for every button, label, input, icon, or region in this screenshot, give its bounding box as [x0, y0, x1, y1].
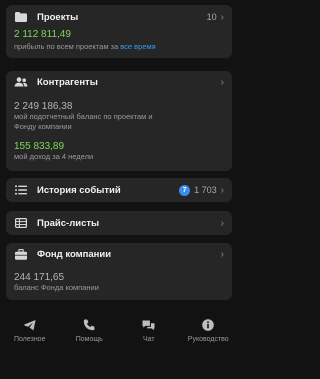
fund-value: 244 171,65 — [14, 272, 65, 283]
period-link[interactable]: все время — [120, 42, 155, 51]
projects-profit-caption: прибыль по всем проектам за все время — [14, 42, 156, 51]
list-icon — [14, 183, 28, 197]
fund-caption: баланс Фонда компании — [14, 283, 99, 292]
tab-useful[interactable]: Полезное — [0, 318, 60, 350]
income-value: 155 833,89 — [14, 140, 65, 152]
history-card[interactable]: История событий 7 1 703 › — [6, 178, 232, 202]
phone-icon — [83, 318, 95, 332]
projects-count: 10 — [206, 12, 217, 22]
bottom-tab-bar: Полезное Помощь Чат Руководство — [0, 318, 238, 350]
history-title: История событий — [37, 184, 121, 196]
notification-badge: 7 — [179, 184, 191, 196]
projects-profit-value: 2 112 811,49 — [14, 29, 71, 40]
income-caption: мой доход за 4 недели — [14, 151, 94, 161]
chevron-right-icon: › — [220, 184, 224, 196]
tab-label: Помощь — [75, 336, 103, 343]
pricelists-card[interactable]: Прайс-листы › — [6, 211, 232, 235]
chevron-right-icon: › — [220, 76, 224, 88]
tab-label: Руководство — [187, 336, 229, 343]
chevron-right-icon: › — [220, 248, 224, 260]
chat-icon — [142, 318, 155, 332]
table-icon — [14, 216, 28, 230]
counterparties-title: Контрагенты — [37, 76, 98, 88]
fund-title: Фонд компании — [37, 248, 112, 260]
chevron-right-icon: › — [220, 11, 224, 23]
tab-guide[interactable]: Руководство — [179, 318, 239, 350]
fund-card[interactable]: Фонд компании › 244 171,65 баланс Фонда … — [6, 243, 232, 300]
tab-label: Чат — [142, 336, 155, 343]
paper-plane-icon — [23, 318, 36, 332]
briefcase-icon — [14, 247, 28, 261]
balance-caption: мой подотчетный баланс по проектам и Фон… — [14, 112, 153, 131]
projects-title: Проекты — [37, 11, 79, 23]
folder-icon — [14, 10, 28, 24]
counterparties-card[interactable]: Контрагенты › 2 249 186,38 мой подотчетн… — [6, 71, 232, 171]
balance-value: 2 249 186,38 — [14, 101, 73, 112]
chevron-right-icon: › — [220, 217, 224, 229]
tab-label: Полезное — [14, 336, 46, 343]
pricelists-title: Прайс-листы — [37, 217, 100, 229]
info-icon — [202, 318, 215, 332]
projects-card[interactable]: Проекты 10 › 2 112 811,49 прибыль по все… — [6, 5, 232, 58]
users-icon — [14, 75, 28, 89]
tab-chat[interactable]: Чат — [119, 318, 179, 350]
tab-help[interactable]: Помощь — [60, 318, 120, 350]
history-count: 1 703 — [194, 185, 217, 195]
